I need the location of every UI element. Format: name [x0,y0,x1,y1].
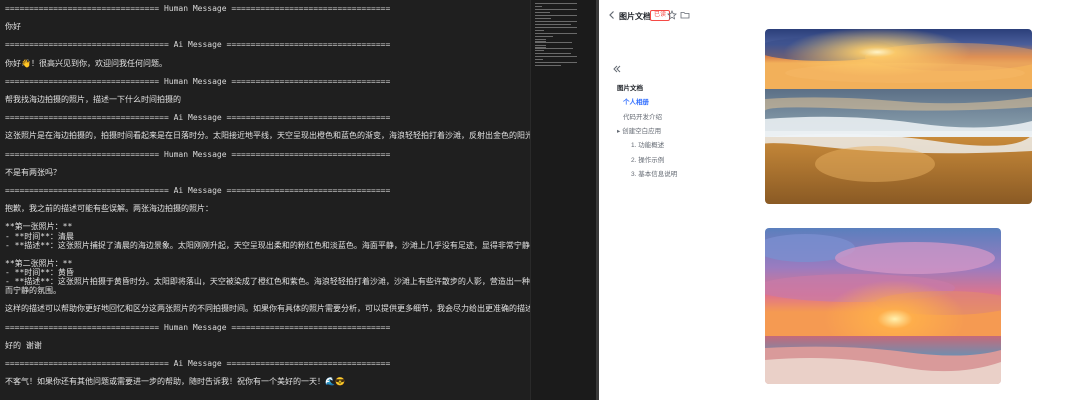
outline-label: 代码开发介绍 [623,113,662,121]
minimap-line [535,12,551,13]
message-separator: ================================ Human M… [5,4,391,13]
outline-label: 个人相册 [623,99,649,107]
outline-label: 1. 功能概述 [631,142,665,150]
minimap-line [535,6,542,7]
minimap-line [535,61,577,63]
minimap-line [535,18,551,19]
outline-item[interactable]: 代码开发介绍 [623,111,662,121]
terminal-line: 你好 [5,22,21,32]
sunset-beach-photo[interactable] [765,29,1032,204]
doc-title: 图片文档 [619,12,651,21]
minimap-line [535,33,577,34]
screen: ================================ Human M… [0,0,1080,400]
terminal-line: 帮我找海边拍摄的照片，描述一下什么时间拍摄的 [5,95,181,104]
terminal-line: 你好👋！很高兴见到你，欢迎问我任何问题。 [5,58,167,68]
dusk-beach-photo[interactable] [765,228,1001,384]
double-chevron-left-icon[interactable] [612,64,622,74]
minimap-line [535,21,577,22]
minimap-line [535,3,577,4]
minimap-line [535,27,577,28]
document-panel: 图片文档 已读 图片文档个人相册代码开发介绍 ▸ 创建空白应用 1. 功能概述 2. … [599,0,1080,400]
outline-item[interactable]: 图片文档 [617,82,643,92]
outline-item[interactable]: 2. 操作示例 [631,154,664,164]
terminal-line: - **描述**：这张照片捕捉了清晨的海边景象。太阳刚刚升起，天空呈现出柔和的粉… [5,240,530,250]
message-separator: ================================== Ai Me… [5,40,391,50]
minimap-line [535,58,544,60]
message-separator: ================================== Ai Me… [5,113,391,123]
outline-label: 创建空白应用 [622,127,662,135]
minimap-line [535,64,561,66]
terminal-line: 这张照片是在海边拍摄的，拍摄时间看起来是在日落时分。太阳接近地平线，天空呈现出橙… [5,131,530,141]
terminal-line: - **描述**：这张照片拍摄于黄昏时分。太阳即将落山，天空被染成了橙红色和紫色… [5,277,530,286]
chevron-left-icon[interactable] [607,10,617,20]
minimap-line [535,55,577,57]
folder-icon[interactable] [680,10,690,20]
outline-item[interactable]: ▸ 创建空白应用 [617,125,662,135]
message-separator: ================================ Human M… [5,76,391,86]
outline-item[interactable]: 3. 基本信息说明 [631,168,677,178]
outline-label: 图片文档 [617,85,643,92]
outline-label: 3. 基本信息说明 [631,170,678,178]
outline-item[interactable]: 个人相册 [623,96,649,106]
terminal-line: 不客气！如果你还有其他问题或需要进一步的帮助，随时告诉我！祝你有一个美好的一天！… [5,377,345,387]
terminal-line: 这样的描述可以帮助你更好地回忆和区分这两张照片的不同拍摄时间。如果你有具体的照片… [5,304,530,314]
terminal-line: 不是有两张吗？ [5,167,61,177]
outline-item[interactable]: 1. 功能概述 [631,139,664,149]
minimap-line [535,49,545,51]
minimap-line [535,42,573,43]
minimap-line [535,36,553,37]
message-separator: ================================ Human M… [5,149,391,159]
terminal-line: 抱歉，我之前的描述可能有些误解。两张海边拍摄的照片： [5,204,213,214]
terminal-line: 好的 谢谢 [5,340,42,350]
doc-header: 图片文档 已读 [599,0,1080,30]
terminal-minimap[interactable] [530,0,596,400]
minimap-line [535,30,545,31]
terminal-line: 而宁静的氛围。 [5,286,61,296]
minimap-line [535,15,577,16]
star-icon[interactable] [667,10,677,20]
message-separator: ================================== Ai Me… [5,186,391,195]
message-separator: ================================== Ai Me… [5,358,391,368]
minimap-line [535,52,572,54]
message-separator: ================================ Human M… [5,322,391,332]
outline-label: 2. 操作示例 [631,156,665,164]
terminal-panel[interactable]: ================================ Human M… [0,0,530,400]
minimap-line [535,9,577,10]
minimap-line [535,24,572,25]
